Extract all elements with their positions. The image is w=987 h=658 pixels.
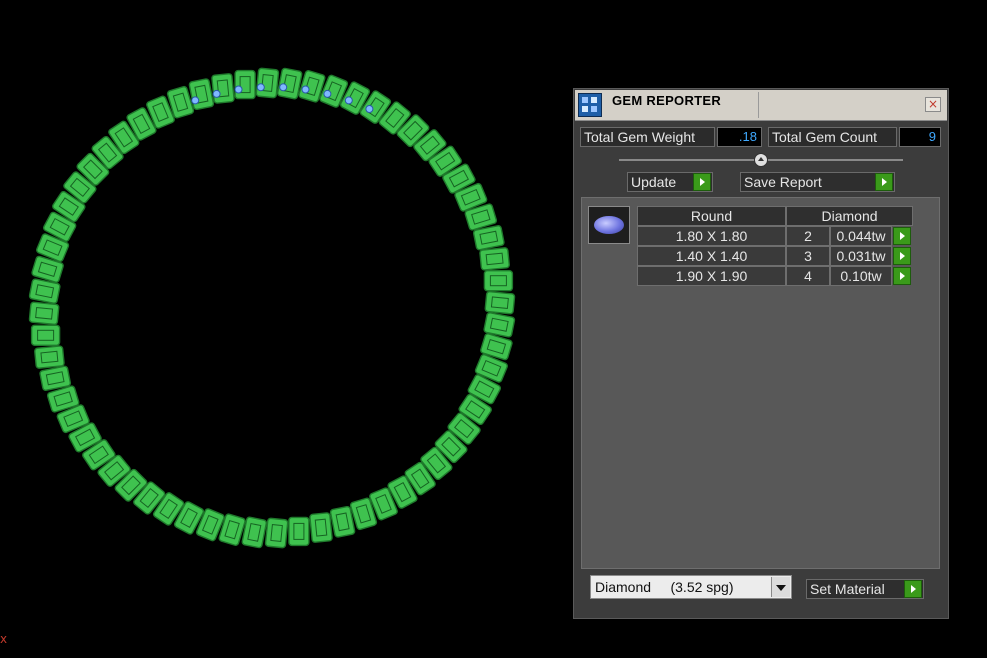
gem-report-list: Round Diamond 1.80 X 1.80 2 0.044tw 1.40… xyxy=(581,197,940,569)
gem-reporter-app-icon xyxy=(578,93,602,117)
row-2-size: 1.40 X 1.40 xyxy=(637,246,786,266)
update-button[interactable]: Update xyxy=(627,172,713,192)
bangle-link xyxy=(329,505,356,538)
axis-indicator: x xyxy=(0,632,8,646)
total-gem-weight-value: .18 xyxy=(717,127,762,147)
row-3-count: 4 xyxy=(786,266,830,286)
gem-setting xyxy=(256,83,265,92)
bangle-link xyxy=(211,73,235,104)
row-1-weight: 0.044tw xyxy=(830,226,892,246)
gem-reporter-panel: GEM REPORTER × Total Gem Weight .18 Tota… xyxy=(573,88,949,619)
row-3-select-arrow[interactable] xyxy=(893,267,911,285)
bangle-link xyxy=(309,512,333,543)
panel-title: GEM REPORTER xyxy=(612,93,722,108)
panel-splitter-handle[interactable] xyxy=(754,153,768,167)
bangle-link xyxy=(288,516,310,547)
material-dropdown-value: Diamond (3.52 spg) xyxy=(595,579,734,595)
bangle-link xyxy=(34,345,65,369)
header-material: Diamond xyxy=(786,206,913,226)
total-gem-weight-label: Total Gem Weight xyxy=(580,127,715,147)
bangle-link xyxy=(30,324,61,346)
update-button-label: Update xyxy=(631,174,677,190)
save-report-button-label: Save Report xyxy=(744,174,822,190)
title-divider xyxy=(758,92,759,118)
row-1-count: 2 xyxy=(786,226,830,246)
row-3-size: 1.90 X 1.90 xyxy=(637,266,786,286)
set-material-button-label: Set Material xyxy=(810,581,885,597)
bangle-link xyxy=(188,78,215,111)
play-arrow-icon xyxy=(904,580,922,598)
gem-setting xyxy=(301,85,310,94)
set-material-button[interactable]: Set Material xyxy=(806,579,924,599)
row-1-size: 1.80 X 1.80 xyxy=(637,226,786,246)
bangle-link xyxy=(483,270,514,292)
gem-setting xyxy=(234,85,243,94)
total-gem-count-label: Total Gem Count xyxy=(768,127,897,147)
gem-setting xyxy=(365,105,374,113)
row-2-count: 3 xyxy=(786,246,830,266)
play-arrow-icon xyxy=(693,173,711,191)
gem-setting xyxy=(279,83,288,92)
row-2-select-arrow[interactable] xyxy=(893,247,911,265)
header-cut: Round xyxy=(637,206,786,226)
gem-thumbnail-icon[interactable] xyxy=(588,206,630,244)
dropdown-arrow-icon[interactable] xyxy=(771,577,790,597)
bangle-link xyxy=(264,517,289,549)
gem-setting xyxy=(212,89,221,98)
gem-setting xyxy=(191,96,200,105)
total-gem-count-value: 9 xyxy=(899,127,941,147)
3d-viewport[interactable] xyxy=(0,0,570,653)
title-bar[interactable]: GEM REPORTER × xyxy=(575,90,947,121)
close-icon[interactable]: × xyxy=(925,97,941,112)
bangle-link xyxy=(28,301,60,326)
gem-setting xyxy=(323,89,332,98)
bangle-model xyxy=(28,67,516,549)
bangle-link xyxy=(479,247,510,271)
gem-setting xyxy=(344,96,353,105)
material-dropdown[interactable]: Diamond (3.52 spg) xyxy=(590,575,792,599)
row-2-weight: 0.031tw xyxy=(830,246,892,266)
row-1-select-arrow[interactable] xyxy=(893,227,911,245)
save-report-button[interactable]: Save Report xyxy=(740,172,895,192)
row-3-weight: 0.10tw xyxy=(830,266,892,286)
bangle-link xyxy=(255,67,280,99)
bangle-link xyxy=(484,290,516,315)
play-arrow-icon xyxy=(875,173,893,191)
bangle-link xyxy=(234,69,256,100)
